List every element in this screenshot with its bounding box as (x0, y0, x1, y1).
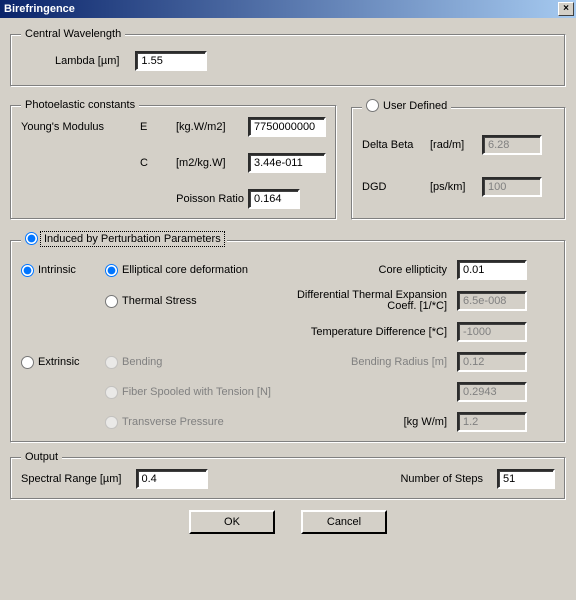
poisson-label: Poisson Ratio (176, 193, 244, 205)
bending-radius-input (457, 352, 527, 372)
legend-central: Central Wavelength (21, 28, 125, 40)
group-user-defined: User Defined Delta Beta [rad/m] DGD [ps/… (351, 99, 566, 220)
transverse-input (457, 412, 527, 432)
C-symbol: C (140, 157, 172, 169)
tempdiff-input (457, 322, 527, 342)
C-input[interactable] (248, 153, 326, 173)
steps-label: Number of Steps (400, 473, 483, 485)
radio-transverse: Transverse Pressure (105, 416, 275, 429)
delta-beta-input (482, 135, 542, 155)
E-symbol: E (140, 121, 172, 133)
perturbation-label: Induced by Perturbation Parameters (42, 233, 223, 245)
dgd-label: DGD (362, 181, 424, 193)
C-unit: [m2/kg.W] (176, 157, 244, 169)
spectral-input[interactable] (136, 469, 208, 489)
bending-radius-label: Bending Radius [m] (281, 356, 451, 368)
radio-extrinsic[interactable]: Extrinsic (21, 356, 99, 369)
window-title: Birefringence (4, 3, 558, 15)
lambda-input[interactable] (135, 51, 207, 71)
delta-beta-label: Delta Beta (362, 139, 424, 151)
radio-user-defined[interactable]: User Defined (366, 99, 447, 112)
ok-button[interactable]: OK (189, 510, 275, 534)
fiber-spooled-label: Fiber Spooled with Tension [N] (122, 386, 271, 398)
core-ellipticity-input[interactable] (457, 260, 527, 280)
extrinsic-label: Extrinsic (38, 356, 80, 368)
legend-photoelastic: Photoelastic constants (21, 99, 139, 111)
bending-label: Bending (122, 356, 162, 368)
close-icon[interactable]: × (558, 2, 574, 16)
transverse-label: Transverse Pressure (122, 416, 224, 428)
radio-perturbation[interactable]: Induced by Perturbation Parameters (25, 232, 223, 245)
dte-label: Differential Thermal Expansion Coeff. [1… (281, 290, 451, 312)
radio-thermal[interactable]: Thermal Stress (105, 295, 275, 308)
poisson-input[interactable] (248, 189, 300, 209)
group-output: Output Spectral Range [µm] Number of Ste… (10, 451, 566, 500)
tempdiff-label: Temperature Difference [*C] (281, 326, 451, 338)
intrinsic-label: Intrinsic (38, 264, 76, 276)
E-unit: [kg.W/m2] (176, 121, 244, 133)
spectral-label: Spectral Range [µm] (21, 473, 122, 485)
button-row: OK Cancel (10, 510, 566, 534)
group-photoelastic: Photoelastic constants Young's Modulus E… (10, 99, 337, 220)
dte-input (457, 291, 527, 311)
title-bar: Birefringence × (0, 0, 576, 18)
radio-fiber-spooled: Fiber Spooled with Tension [N] (105, 386, 451, 399)
elliptical-label: Elliptical core deformation (122, 264, 248, 276)
fiber-spooled-input (457, 382, 527, 402)
lambda-label: Lambda [µm] (55, 55, 119, 67)
group-perturbation: Induced by Perturbation Parameters Intri… (10, 232, 566, 443)
dgd-input (482, 177, 542, 197)
user-defined-label: User Defined (383, 100, 447, 112)
core-ellipticity-label: Core ellipticity (281, 264, 451, 276)
steps-input[interactable] (497, 469, 555, 489)
delta-beta-unit: [rad/m] (430, 139, 476, 151)
young-input[interactable] (248, 117, 326, 137)
transverse-unit: [kg W/m] (281, 416, 451, 428)
dialog-client: Central Wavelength Lambda [µm] Photoelas… (0, 18, 576, 544)
dgd-unit: [ps/km] (430, 181, 476, 193)
young-label: Young's Modulus (21, 121, 136, 133)
cancel-button[interactable]: Cancel (301, 510, 387, 534)
radio-intrinsic[interactable]: Intrinsic (21, 264, 99, 277)
radio-bending: Bending (105, 356, 275, 369)
radio-elliptical[interactable]: Elliptical core deformation (105, 264, 275, 277)
thermal-label: Thermal Stress (122, 295, 197, 307)
group-central-wavelength: Central Wavelength Lambda [µm] (10, 28, 566, 87)
legend-output: Output (21, 451, 62, 463)
